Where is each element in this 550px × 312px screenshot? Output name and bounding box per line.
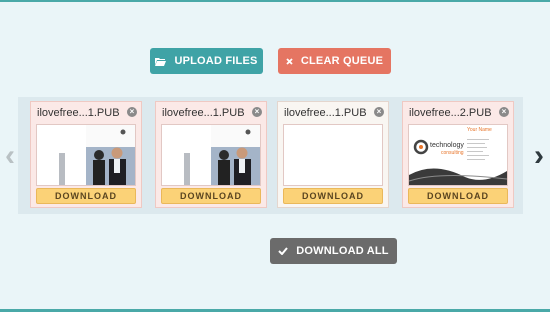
top-border (0, 0, 550, 2)
file-name: ilovefree...1.PUB (162, 107, 245, 119)
blank-thumbnail (283, 124, 383, 186)
remove-file-icon[interactable]: × (127, 107, 137, 117)
close-icon (286, 57, 293, 65)
clear-queue-label: CLEAR QUEUE (300, 55, 384, 67)
upload-files-label: UPLOAD FILES (174, 55, 258, 67)
file-name: ilovefree...1.PUB (37, 107, 120, 119)
download-button[interactable]: DOWNLOAD (36, 188, 136, 204)
business-card-thumbnail: technology consulting Your Name (408, 124, 508, 186)
remove-file-icon[interactable]: × (252, 107, 262, 117)
file-name: ilovefree...2.PUB (409, 107, 492, 119)
download-all-label: DOWNLOAD ALL (296, 245, 389, 257)
card-logo-text: technology (430, 142, 464, 149)
remove-file-icon[interactable]: × (499, 107, 509, 117)
clear-queue-button[interactable]: CLEAR QUEUE (278, 48, 391, 74)
brochure-thumbnail (36, 124, 136, 186)
download-all-button[interactable]: DOWNLOAD ALL (270, 238, 397, 264)
file-card: ilovefree...1.PUB × DOWNLOAD (30, 101, 142, 208)
card-logo-subtext: consulting (441, 150, 464, 156)
file-queue: ilovefree...1.PUB × DOWNLOAD ilovefree..… (18, 97, 523, 214)
next-arrow-icon[interactable]: › (529, 141, 549, 171)
file-card: ilovefree...1.PUB × DOWNLOAD (277, 101, 389, 208)
folder-open-icon (155, 57, 167, 66)
file-card: ilovefree...2.PUB × technology consultin… (402, 101, 514, 208)
card-name-line: Your Name (467, 127, 492, 133)
download-button[interactable]: DOWNLOAD (161, 188, 261, 204)
check-icon (278, 247, 289, 255)
previous-arrow-icon[interactable]: ‹ (0, 141, 20, 171)
download-button[interactable]: DOWNLOAD (408, 188, 508, 204)
download-button[interactable]: DOWNLOAD (283, 188, 383, 204)
upload-files-button[interactable]: UPLOAD FILES (150, 48, 263, 74)
remove-file-icon[interactable]: × (374, 107, 384, 117)
brochure-thumbnail (161, 124, 261, 186)
file-card: ilovefree...1.PUB × DOWNLOAD (155, 101, 267, 208)
file-name: ilovefree...1.PUB (284, 107, 367, 119)
